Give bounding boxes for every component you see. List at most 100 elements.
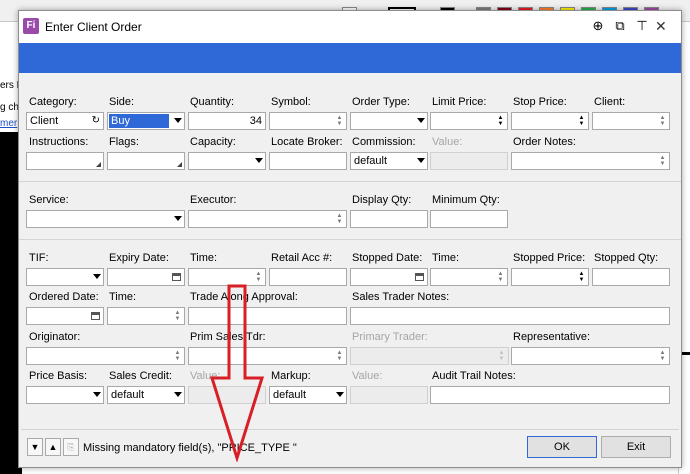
- side-select[interactable]: Buy: [107, 112, 185, 130]
- markup-label: Markup:: [271, 370, 311, 382]
- spinner-icon[interactable]: ▲ ▼: [659, 115, 666, 127]
- chevron-up-icon[interactable]: ▲: [45, 438, 61, 456]
- ordered-time-label: Time:: [109, 291, 137, 303]
- side-value: Buy: [109, 114, 169, 128]
- limit-price-input[interactable]: ▲ ▼: [430, 112, 508, 130]
- stopped-time-input[interactable]: ▲ ▼: [430, 268, 508, 286]
- representative-label: Representative:: [513, 331, 591, 343]
- order-type-select[interactable]: [350, 112, 428, 130]
- spinner-icon[interactable]: ▲ ▼: [659, 350, 666, 362]
- originator-label: Originator:: [29, 331, 81, 343]
- service-select[interactable]: [26, 210, 185, 228]
- annotation-arrow-shape: [209, 284, 265, 462]
- stopped-time-label: Time:: [432, 252, 460, 264]
- spinner-icon[interactable]: ▲ ▼: [336, 115, 343, 127]
- client-input[interactable]: ▲ ▼: [592, 112, 670, 130]
- markup-value: default: [273, 389, 307, 401]
- commission-amount-input: [430, 152, 508, 170]
- section-divider: [19, 239, 681, 240]
- spinner-icon[interactable]: ▲ ▼: [497, 271, 504, 283]
- chevron-down-icon: [417, 118, 425, 123]
- ok-button[interactable]: OK: [527, 436, 597, 458]
- spinner-icon[interactable]: ▲ ▼: [336, 350, 343, 362]
- close-icon[interactable]: ✕: [655, 18, 667, 35]
- time-label: Time:: [190, 252, 218, 264]
- calendar-icon[interactable]: [172, 273, 181, 281]
- markup-select[interactable]: default: [269, 386, 347, 404]
- dock-icon[interactable]: ⊤: [633, 17, 651, 35]
- title-bar[interactable]: Fi Enter Client Order ⊕ ⧉ ⊤ ✕: [19, 11, 681, 43]
- order-type-label: Order Type:: [352, 96, 410, 108]
- executor-input[interactable]: ▲ ▼: [188, 210, 347, 228]
- originator-input[interactable]: ▲ ▼: [26, 347, 185, 365]
- background-text-fragment: g ch: [0, 102, 19, 113]
- quantity-input[interactable]: 34: [188, 112, 266, 130]
- capacity-label: Capacity:: [190, 136, 236, 148]
- display-qty-input[interactable]: [350, 210, 428, 228]
- chevron-down-icon: [174, 392, 182, 397]
- flags-label: Flags:: [109, 136, 139, 148]
- markup-value-label: Value:: [352, 370, 383, 382]
- instructions-input[interactable]: [26, 152, 104, 170]
- audit-trail-notes-input[interactable]: [430, 386, 670, 404]
- locate-broker-label: Locate Broker:: [271, 136, 343, 148]
- flags-input[interactable]: [107, 152, 185, 170]
- expand-corner-icon: [177, 162, 182, 167]
- copy-icon[interactable]: ⎘: [63, 438, 79, 456]
- spinner-icon[interactable]: ▲ ▼: [255, 271, 262, 283]
- stopped-price-label: Stopped Price:: [513, 252, 586, 264]
- capacity-select[interactable]: [188, 152, 266, 170]
- stopped-qty-label: Stopped Qty:: [594, 252, 659, 264]
- chevron-down-icon: [255, 158, 263, 163]
- calendar-icon[interactable]: [91, 312, 100, 320]
- representative-input[interactable]: ▲ ▼: [511, 347, 670, 365]
- ordered-time-input[interactable]: ▲ ▼: [107, 307, 185, 325]
- commission-value: default: [354, 155, 388, 167]
- spinner-icon[interactable]: ▲ ▼: [336, 213, 343, 225]
- exit-button[interactable]: Exit: [601, 436, 671, 458]
- price-basis-select[interactable]: [26, 386, 104, 404]
- tif-select[interactable]: [26, 268, 104, 286]
- audit-trail-notes-label: Audit Trail Notes:: [432, 370, 516, 382]
- stopped-price-input[interactable]: ▲ ▼: [511, 268, 589, 286]
- category-field[interactable]: Client ↻: [26, 112, 104, 130]
- stopped-qty-input[interactable]: [592, 268, 670, 286]
- spinner-icon[interactable]: ▲ ▼: [174, 350, 181, 362]
- stopped-date-label: Stopped Date:: [352, 252, 423, 264]
- spinner-icon[interactable]: ▲ ▼: [659, 155, 666, 167]
- dialog-title: Enter Client Order: [45, 20, 142, 34]
- sales-credit-select[interactable]: default: [107, 386, 185, 404]
- calendar-icon[interactable]: [415, 273, 424, 281]
- section-divider: [19, 181, 681, 182]
- chevron-down-icon[interactable]: ▼: [27, 438, 43, 456]
- expiry-date-input[interactable]: [107, 268, 185, 286]
- order-notes-label: Order Notes:: [513, 136, 576, 148]
- display-qty-label: Display Qty:: [352, 194, 412, 206]
- ordered-date-input[interactable]: [26, 307, 104, 325]
- markup-amount-input: [350, 386, 428, 404]
- retail-acc-input[interactable]: [269, 268, 347, 286]
- spinner-icon[interactable]: ▲ ▼: [497, 115, 504, 127]
- minimum-qty-input[interactable]: [430, 210, 508, 228]
- sales-trader-notes-input[interactable]: [350, 307, 670, 325]
- symbol-input[interactable]: ▲ ▼: [269, 112, 347, 130]
- symbol-label: Symbol:: [271, 96, 311, 108]
- category-label: Category:: [29, 96, 77, 108]
- restore-icon[interactable]: ⧉: [611, 17, 629, 35]
- locate-broker-input[interactable]: [269, 152, 347, 170]
- spinner-icon[interactable]: ▲ ▼: [578, 271, 585, 283]
- link-icon[interactable]: ↻: [92, 115, 100, 126]
- executor-label: Executor:: [190, 194, 237, 206]
- stop-price-input[interactable]: ▲ ▼: [511, 112, 589, 130]
- pin-icon[interactable]: ⊕: [589, 17, 607, 35]
- commission-select[interactable]: default: [350, 152, 428, 170]
- app-logo-icon: Fi: [23, 18, 39, 34]
- chevron-down-icon: [174, 216, 182, 221]
- spinner-icon[interactable]: ▲ ▼: [578, 115, 585, 127]
- side-label: Side:: [109, 96, 135, 108]
- stopped-date-input[interactable]: [350, 268, 428, 286]
- price-basis-label: Price Basis:: [29, 370, 88, 382]
- order-notes-input[interactable]: ▲ ▼: [511, 152, 670, 170]
- quantity-value: 34: [249, 115, 262, 127]
- spinner-icon[interactable]: ▲ ▼: [174, 310, 181, 322]
